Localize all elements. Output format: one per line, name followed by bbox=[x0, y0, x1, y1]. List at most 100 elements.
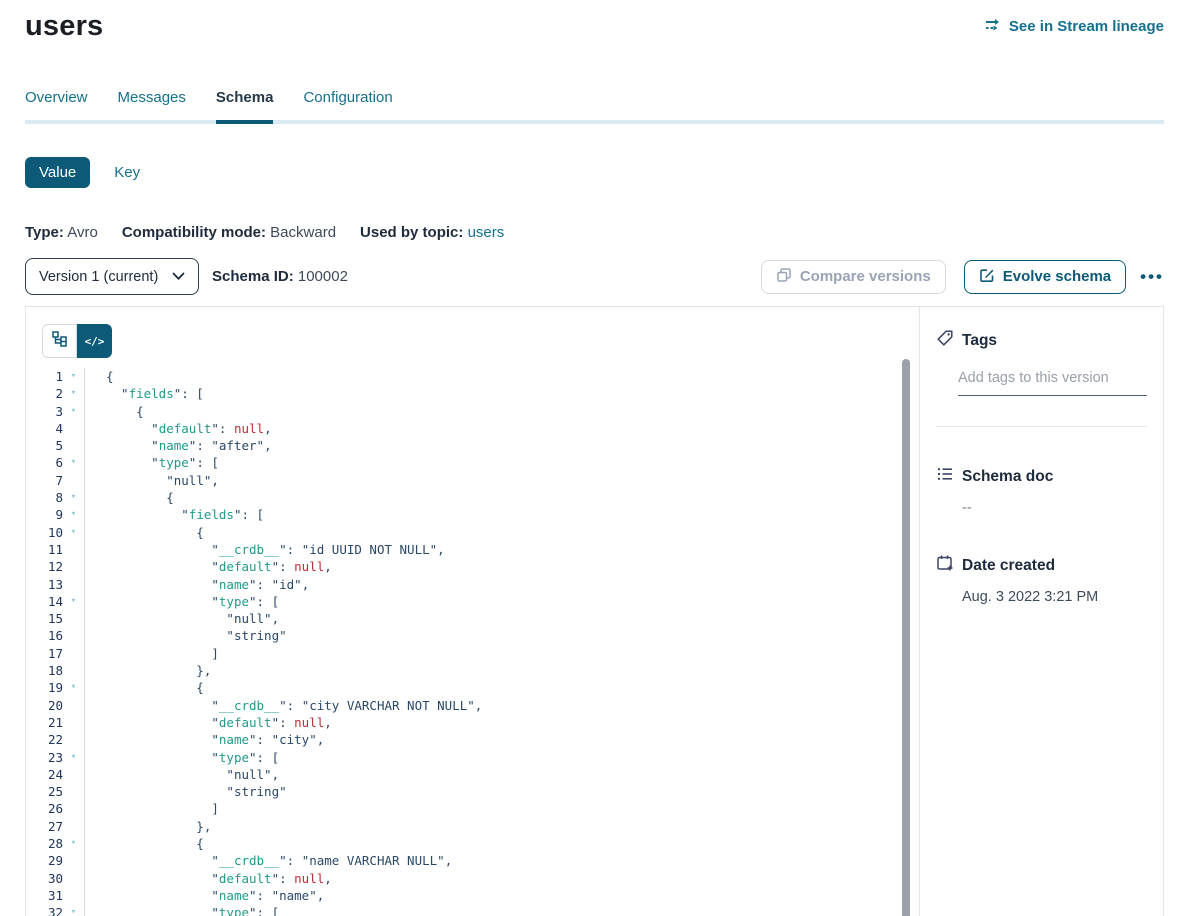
code-line: 14▾ "type": [ bbox=[26, 593, 919, 610]
code-text: "type": [ bbox=[84, 454, 219, 471]
line-number: 3 bbox=[26, 403, 63, 420]
code-line: 19▾ { bbox=[26, 679, 919, 696]
schema-doc-heading: Schema doc bbox=[962, 468, 1053, 486]
collapse-arrow-icon[interactable]: ▾ bbox=[63, 368, 84, 385]
line-number: 27 bbox=[26, 818, 63, 835]
collapse-arrow-icon[interactable]: ▾ bbox=[63, 385, 84, 402]
arrow-spacer bbox=[63, 627, 84, 644]
arrow-spacer bbox=[63, 714, 84, 731]
key-value-toggle: Value Key bbox=[25, 157, 1164, 188]
collapse-arrow-icon[interactable]: ▾ bbox=[63, 904, 84, 916]
code-line: 3▾ { bbox=[26, 403, 919, 420]
schema-id-field: Schema ID: 100002 bbox=[212, 268, 348, 285]
tab-configuration[interactable]: Configuration bbox=[303, 89, 392, 120]
code-view-icon: </> bbox=[85, 335, 105, 348]
add-tags-input[interactable] bbox=[958, 370, 1147, 396]
type-field: Type: Avro bbox=[25, 224, 98, 241]
compare-versions-button[interactable]: Compare versions bbox=[761, 260, 946, 294]
code-line: 25 "string" bbox=[26, 783, 919, 800]
code-text: "null", bbox=[84, 610, 279, 627]
arrow-spacer bbox=[63, 472, 84, 489]
code-text: "name": "id", bbox=[84, 576, 309, 593]
view-toggle-group: </> bbox=[42, 324, 112, 358]
code-text: "type": [ bbox=[84, 904, 279, 916]
version-select[interactable]: Version 1 (current) bbox=[25, 258, 199, 295]
code-line: 26 ] bbox=[26, 800, 919, 817]
topic-link[interactable]: users bbox=[468, 224, 505, 241]
line-number: 10 bbox=[26, 524, 63, 541]
value-toggle-button[interactable]: Value bbox=[25, 157, 90, 188]
page-title: users bbox=[25, 10, 103, 43]
schema-meta-row: Type: Avro Compatibility mode: Backward … bbox=[25, 224, 1164, 241]
code-text: "default": null, bbox=[84, 558, 332, 575]
arrow-spacer bbox=[63, 558, 84, 575]
arrow-spacer bbox=[63, 645, 84, 662]
tab-messages[interactable]: Messages bbox=[118, 89, 186, 120]
collapse-arrow-icon[interactable]: ▾ bbox=[63, 403, 84, 420]
code-text: { bbox=[84, 403, 144, 420]
code-scrollbar[interactable] bbox=[902, 359, 910, 916]
stream-lineage-icon bbox=[984, 17, 1002, 37]
used-by-topic-field: Used by topic: users bbox=[360, 224, 504, 241]
collapse-arrow-icon[interactable]: ▾ bbox=[63, 524, 84, 541]
see-in-stream-lineage-link[interactable]: See in Stream lineage bbox=[984, 17, 1164, 37]
schema-controls-row: Version 1 (current) Schema ID: 100002 Co… bbox=[25, 258, 1164, 295]
date-created-value: Aug. 3 2022 3:21 PM bbox=[962, 589, 1147, 605]
line-number: 22 bbox=[26, 731, 63, 748]
code-text: "null", bbox=[84, 472, 219, 489]
code-text: "null", bbox=[84, 766, 279, 783]
code-text: { bbox=[84, 524, 204, 541]
collapse-arrow-icon[interactable]: ▾ bbox=[63, 835, 84, 852]
collapse-arrow-icon[interactable]: ▾ bbox=[63, 593, 84, 610]
evolve-schema-button[interactable]: Evolve schema bbox=[964, 260, 1126, 294]
tab-schema[interactable]: Schema bbox=[216, 89, 274, 120]
code-line: 18 }, bbox=[26, 662, 919, 679]
date-created-heading: Date created bbox=[962, 557, 1055, 575]
tab-bar: Overview Messages Schema Configuration bbox=[25, 89, 1164, 124]
code-line: 17 ] bbox=[26, 645, 919, 662]
code-view-button[interactable]: </> bbox=[77, 324, 112, 358]
code-line: 30 "default": null, bbox=[26, 870, 919, 887]
arrow-spacer bbox=[63, 576, 84, 593]
line-number: 2 bbox=[26, 385, 63, 402]
tree-view-button[interactable] bbox=[42, 324, 77, 358]
collapse-arrow-icon[interactable]: ▾ bbox=[63, 749, 84, 766]
line-number: 7 bbox=[26, 472, 63, 489]
code-line: 15 "null", bbox=[26, 610, 919, 627]
collapse-arrow-icon[interactable]: ▾ bbox=[63, 506, 84, 523]
key-toggle-button[interactable]: Key bbox=[114, 164, 140, 181]
line-number: 16 bbox=[26, 627, 63, 644]
line-number: 32 bbox=[26, 904, 63, 916]
line-number: 25 bbox=[26, 783, 63, 800]
code-line: 4 "default": null, bbox=[26, 420, 919, 437]
arrow-spacer bbox=[63, 697, 84, 714]
more-options-button[interactable]: ••• bbox=[1140, 268, 1164, 285]
arrow-spacer bbox=[63, 852, 84, 869]
arrow-spacer bbox=[63, 541, 84, 558]
line-number: 15 bbox=[26, 610, 63, 627]
code-text: "__crdb__": "city VARCHAR NOT NULL", bbox=[84, 697, 482, 714]
schema-doc-section: Schema doc -- bbox=[936, 465, 1147, 516]
schema-code-panel: </> 1▾{2▾ "fields": [3▾ {4 "default": nu… bbox=[26, 307, 919, 916]
tree-view-icon bbox=[51, 330, 68, 352]
arrow-spacer bbox=[63, 818, 84, 835]
code-text: "__crdb__": "name VARCHAR NULL", bbox=[84, 852, 452, 869]
collapse-arrow-icon[interactable]: ▾ bbox=[63, 679, 84, 696]
collapse-arrow-icon[interactable]: ▾ bbox=[63, 454, 84, 471]
line-number: 1 bbox=[26, 368, 63, 385]
calendar-plus-icon bbox=[936, 554, 954, 577]
tags-heading-row: Tags bbox=[936, 329, 1147, 352]
code-line: 12 "default": null, bbox=[26, 558, 919, 575]
line-number: 29 bbox=[26, 852, 63, 869]
code-line: 27 }, bbox=[26, 818, 919, 835]
code-text: "name": "city", bbox=[84, 731, 324, 748]
code-line: 9▾ "fields": [ bbox=[26, 506, 919, 523]
line-number: 21 bbox=[26, 714, 63, 731]
collapse-arrow-icon[interactable]: ▾ bbox=[63, 489, 84, 506]
code-text: "string" bbox=[84, 627, 287, 644]
code-lines: 1▾{2▾ "fields": [3▾ {4 "default": null,5… bbox=[26, 368, 919, 916]
code-text: "fields": [ bbox=[84, 385, 204, 402]
code-editor: 1▾{2▾ "fields": [3▾ {4 "default": null,5… bbox=[26, 368, 919, 916]
code-line: 5 "name": "after", bbox=[26, 437, 919, 454]
tab-overview[interactable]: Overview bbox=[25, 89, 88, 120]
